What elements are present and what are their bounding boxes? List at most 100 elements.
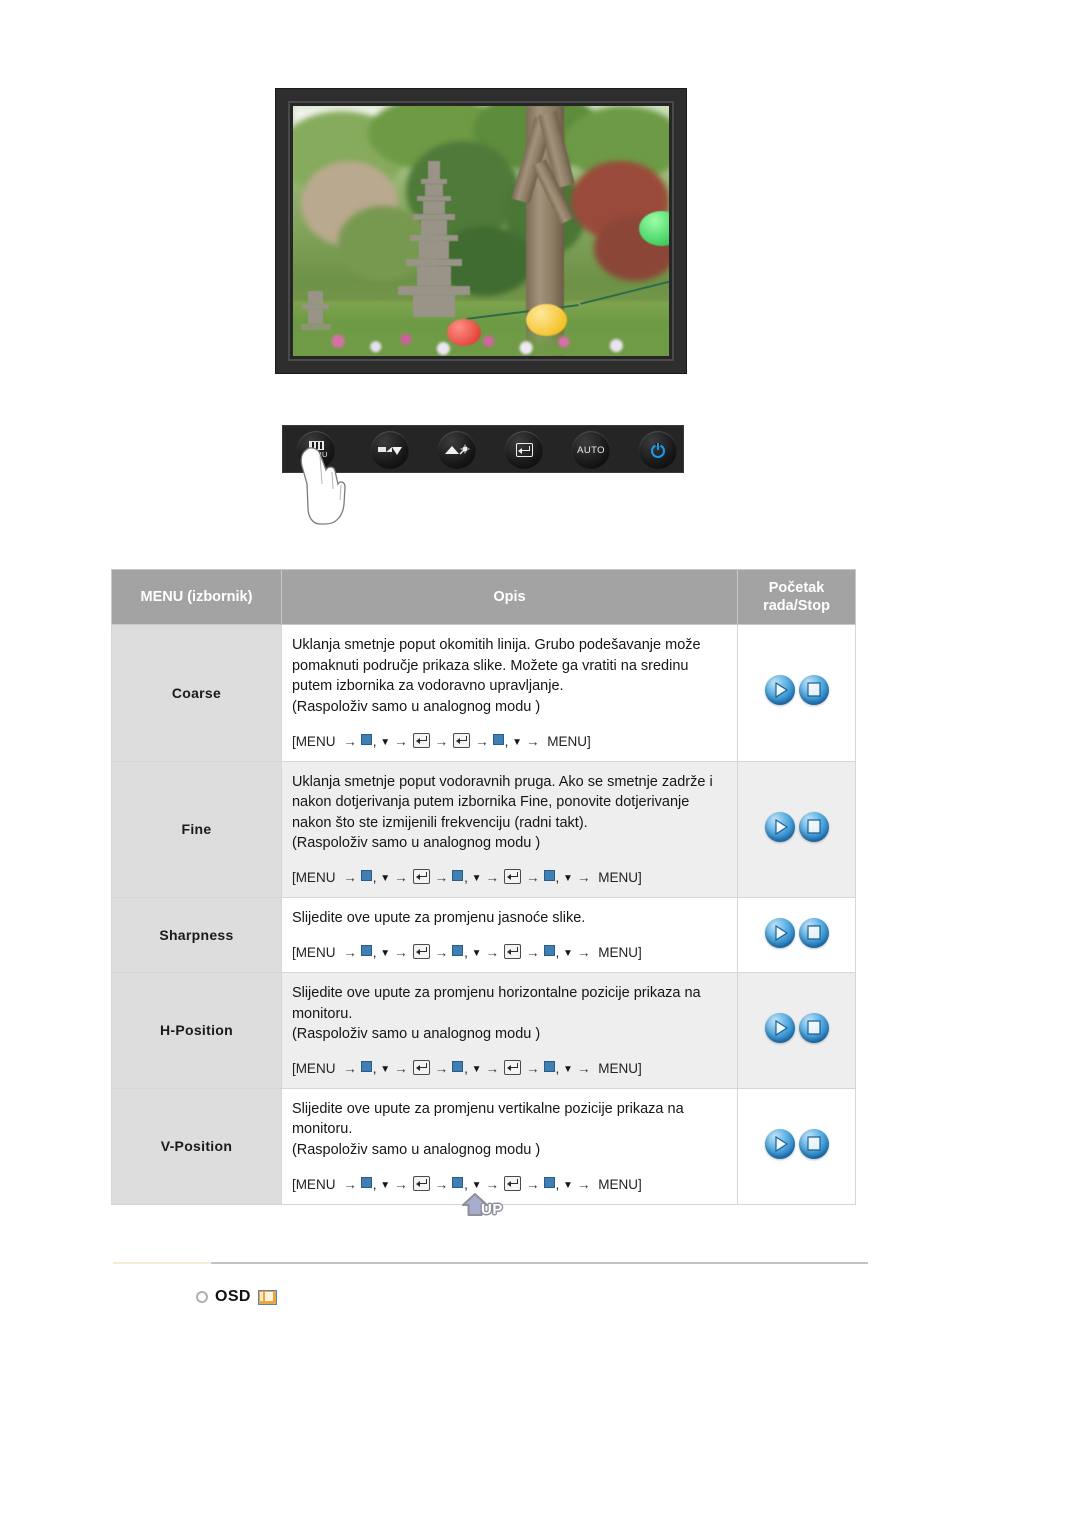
down-key-icon: ▼ xyxy=(380,1179,391,1191)
down-key-icon: ▼ xyxy=(563,1179,573,1191)
description-cell: Uklanja smetnje poput okomitih linija. G… xyxy=(280,624,739,762)
monitor-bezel xyxy=(288,101,674,361)
menu-path-sequence: [MENU →, ▼ → → →, ▼ → MENU] xyxy=(291,732,591,749)
enter-button[interactable] xyxy=(505,431,543,469)
arrow-separator: → xyxy=(394,1060,408,1076)
stop-ball-icon[interactable] xyxy=(798,675,829,706)
down-key-icon: ▼ xyxy=(512,736,523,748)
down-key-icon: ▼ xyxy=(471,947,482,959)
arrow-separator: → xyxy=(526,944,540,960)
enter-key-icon xyxy=(504,943,522,959)
arrow-separator: → xyxy=(526,870,540,886)
enter-key-icon xyxy=(504,869,522,885)
enter-key-icon xyxy=(412,1175,430,1191)
column-header-control: Početak rada/Stop xyxy=(737,568,856,626)
arrow-separator: → xyxy=(576,870,591,886)
enter-key-icon xyxy=(412,1059,430,1075)
square-key-icon xyxy=(360,1060,372,1072)
menu-path-suffix: MENU] xyxy=(594,1060,642,1076)
enter-key-icon xyxy=(504,1175,522,1191)
control-cell xyxy=(737,760,856,899)
control-cell xyxy=(737,624,856,762)
square-key-icon xyxy=(543,1176,555,1188)
up-button-label: UP xyxy=(481,1201,503,1218)
play-ball-icon[interactable] xyxy=(764,917,795,948)
stop-ball-icon[interactable] xyxy=(798,917,829,948)
arrow-separator: → xyxy=(434,1176,449,1192)
arrow-separator: → xyxy=(475,733,489,749)
play-ball-icon[interactable] xyxy=(764,811,795,842)
square-key-icon xyxy=(492,733,504,745)
description-cell: Slijedite ove upute za promjenu vertikal… xyxy=(280,1087,739,1205)
down-key-icon: ▼ xyxy=(471,873,482,885)
stop-ball-icon[interactable] xyxy=(798,811,829,842)
square-key-icon xyxy=(452,870,464,882)
arrow-separator: → xyxy=(434,944,449,960)
column-header-menu: MENU (izbornik) xyxy=(111,568,282,626)
down-key-icon: ▼ xyxy=(380,1063,391,1075)
control-cell xyxy=(737,897,856,973)
auto-button[interactable]: AUTO xyxy=(572,431,610,469)
down-key-icon: ▼ xyxy=(380,873,391,885)
play-ball-icon[interactable] xyxy=(764,1128,795,1159)
enter-key-icon xyxy=(412,869,430,885)
control-header-line1: Početak xyxy=(768,580,825,596)
osd-title: OSD xyxy=(215,1288,251,1305)
table-row: Sharpness Slijedite ove upute za promjenu… xyxy=(111,897,856,973)
enter-key-icon xyxy=(412,943,430,959)
arrow-separator: → xyxy=(394,1176,408,1192)
menu-path-suffix: MENU] xyxy=(594,944,642,960)
square-key-icon xyxy=(360,944,372,956)
control-cell xyxy=(737,971,856,1089)
square-key-icon xyxy=(543,870,555,882)
arrow-separator: → xyxy=(526,733,540,749)
description-text: Uklanja smetnje poput okomitih linija. G… xyxy=(291,637,701,715)
arrow-separator: → xyxy=(343,944,357,960)
osd-section-heading: OSD xyxy=(196,1288,277,1306)
square-key-icon xyxy=(543,1060,555,1072)
arrow-separator: → xyxy=(576,1060,591,1076)
up-brightness-button[interactable] xyxy=(438,431,476,469)
menu-path-sequence: [MENU →, ▼ → →, ▼ → →, ▼ → MENU] xyxy=(291,943,642,960)
description-text: Slijedite ove upute za promjenu vertikal… xyxy=(291,1100,684,1158)
arrow-separator: → xyxy=(576,944,591,960)
down-key-icon: ▼ xyxy=(563,1063,573,1075)
stop-ball-icon[interactable] xyxy=(798,1128,829,1159)
power-icon xyxy=(651,443,665,458)
arrow-separator: → xyxy=(434,870,449,886)
power-button[interactable] xyxy=(639,431,677,469)
down-key-icon: ▼ xyxy=(563,873,573,885)
down-key-icon: ▼ xyxy=(380,736,391,748)
down-adjust-button[interactable] xyxy=(371,431,409,469)
table-row: V-Position Slijedite ove upute za promjen… xyxy=(111,1087,856,1205)
arrow-separator: → xyxy=(526,1060,540,1076)
osd-menu-table: MENU (izbornik) Opis Početak rada/Stop C… xyxy=(111,568,856,1205)
control-cell xyxy=(737,1087,856,1205)
play-ball-icon[interactable] xyxy=(764,1012,795,1043)
arrow-separator: → xyxy=(343,1176,357,1192)
minus-down-icon xyxy=(378,447,402,455)
menu-path-suffix: MENU] xyxy=(594,870,642,886)
menu-name-cell: V-Position xyxy=(111,1087,282,1205)
menu-path-suffix: MENU] xyxy=(594,1176,642,1192)
menu-path-prefix: [MENU xyxy=(291,870,340,886)
enter-key-icon xyxy=(412,732,430,748)
menu-button[interactable]: MENU xyxy=(297,431,335,469)
menu-name-cell: Coarse xyxy=(111,624,282,762)
table-row: H-Position Slijedite ove upute za promjen… xyxy=(111,971,856,1089)
enter-key-icon xyxy=(453,732,471,748)
menu-path-prefix: [MENU xyxy=(291,733,340,749)
table-row: Fine Uklanja smetnje poput vodoravnih pru… xyxy=(111,760,856,899)
arrow-separator: → xyxy=(394,733,408,749)
up-button[interactable]: UP xyxy=(459,1190,513,1224)
monitor-screen-photo xyxy=(293,106,669,356)
menu-name-cell: Sharpness xyxy=(111,897,282,973)
menu-name-cell: Fine xyxy=(111,760,282,899)
square-key-icon xyxy=(452,944,464,956)
menu-path-prefix: [MENU xyxy=(291,1060,340,1076)
square-key-icon xyxy=(543,944,555,956)
stop-ball-icon[interactable] xyxy=(798,1012,829,1043)
play-ball-icon[interactable] xyxy=(764,675,795,706)
monitor-control-button-bar: MENU AUTO xyxy=(282,425,684,473)
menu-path-sequence: [MENU →, ▼ → →, ▼ → →, ▼ → MENU] xyxy=(291,869,642,886)
